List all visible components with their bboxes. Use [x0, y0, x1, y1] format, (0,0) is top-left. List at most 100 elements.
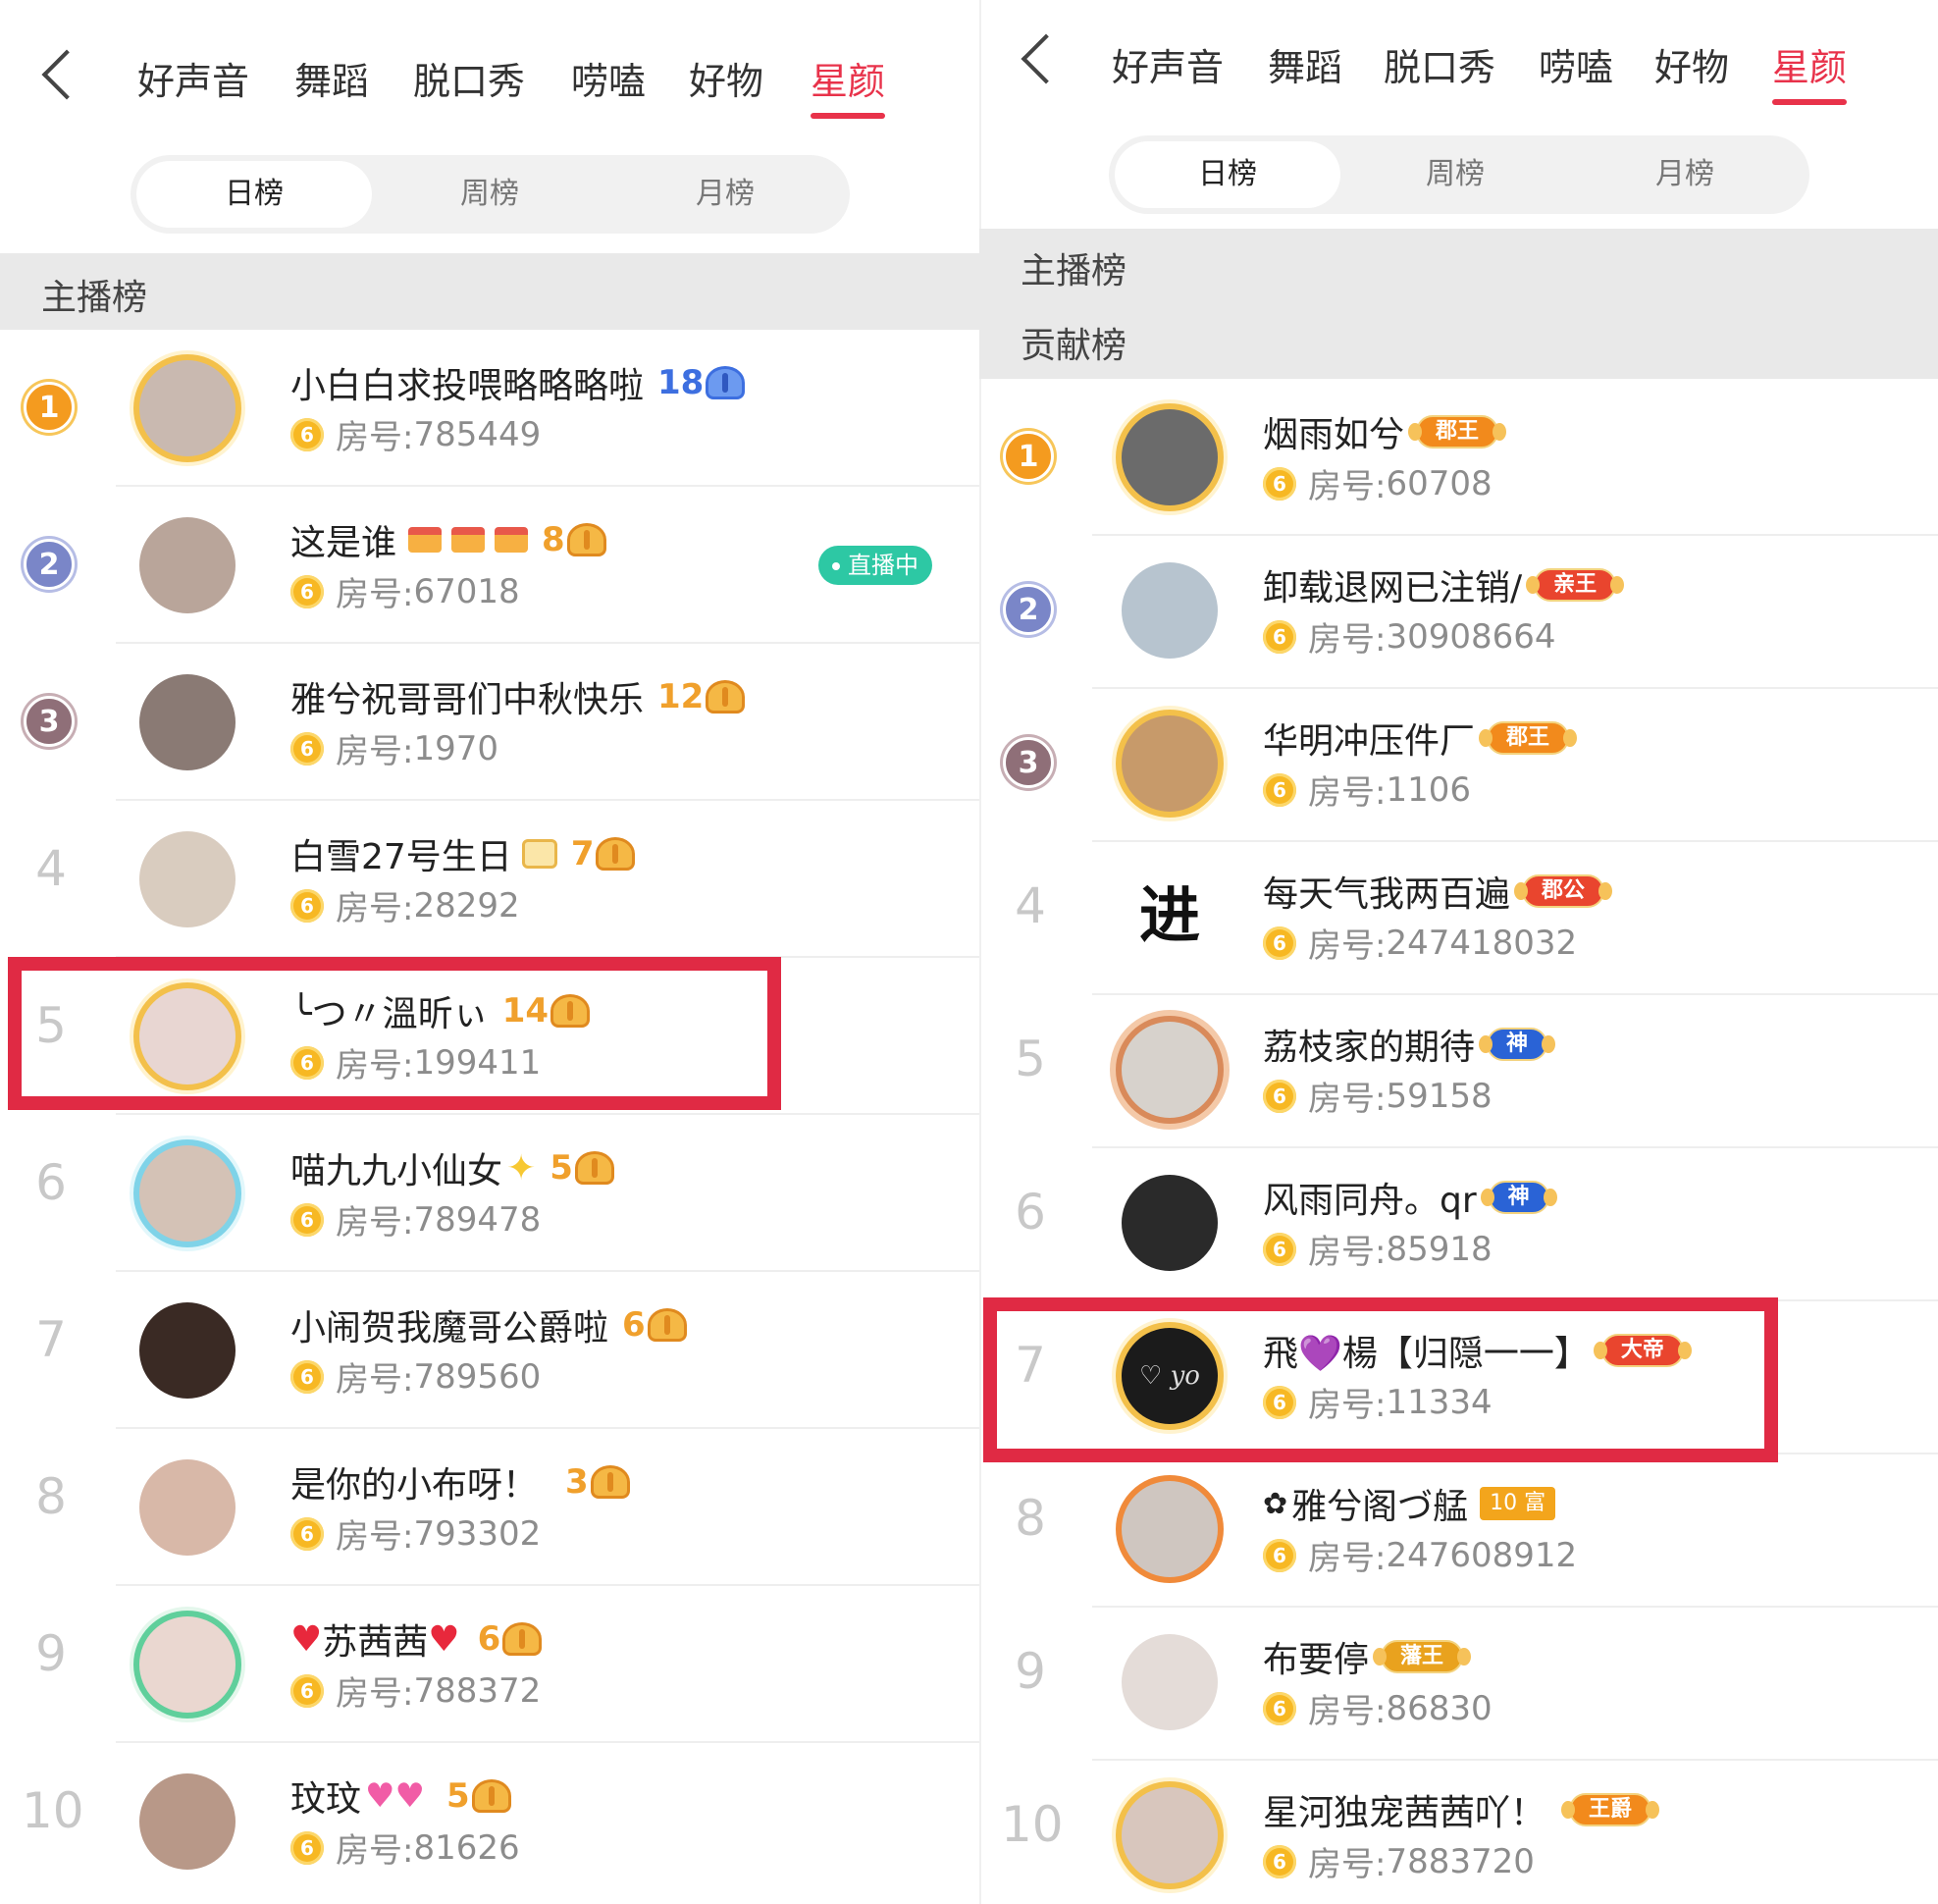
avatar[interactable]: [139, 674, 236, 770]
ranking-row[interactable]: 7 ♡ yo 飛💜楊【归隠一一】 大帝 6 房号: 11334: [979, 1297, 1938, 1454]
avatar[interactable]: [139, 1302, 236, 1399]
segment-daily[interactable]: 日榜: [136, 155, 372, 234]
ranking-row[interactable]: 2 卸载退网已注销/ 亲王 6 房号: 30908664: [979, 532, 1938, 689]
avatar[interactable]: [1122, 409, 1218, 505]
rank-number: 9: [35, 1625, 67, 1682]
segment-daily[interactable]: 日榜: [1115, 135, 1340, 214]
avatar[interactable]: [1122, 715, 1218, 812]
ranking-row[interactable]: 6 喵九九小仙女 ✦ 5 6 房号: 789478: [0, 1115, 979, 1272]
room-number: 7883720: [1386, 1841, 1535, 1881]
tab-category-3[interactable]: 脱口秀: [413, 51, 525, 105]
rank-medal-silver: 2: [1003, 584, 1054, 635]
tab-category-4[interactable]: 唠嗑: [571, 51, 646, 105]
room-line: 6 房号: 199411: [290, 1038, 541, 1086]
ranking-row[interactable]: 8 是你的小布呀！ 3 6 房号: 793302: [0, 1429, 979, 1586]
user-name: 荔枝家的期待: [1263, 1028, 1476, 1068]
ranking-row[interactable]: 2 这是谁 8 6 房号: 67018 直播中: [0, 487, 979, 644]
avatar[interactable]: [139, 988, 236, 1084]
ranking-row[interactable]: 5 ╰つ〃溫昕ぃ 14 6 房号: 199411: [0, 958, 979, 1115]
rank-number: 5: [35, 997, 67, 1054]
streamer-name: 是你的小布呀！: [290, 1465, 539, 1506]
live-status-badge[interactable]: 直播中: [818, 546, 932, 585]
section-header: 主播榜: [0, 253, 979, 330]
tab-category-1[interactable]: 好声音: [1112, 37, 1224, 91]
tab-category-active[interactable]: 星颜: [811, 51, 886, 119]
room-line: 6 房号: 28292: [290, 881, 520, 929]
room-prefix: 房号:: [336, 889, 414, 928]
ranking-row[interactable]: 3 华明冲压件厂 郡王 6 房号: 1106: [979, 685, 1938, 842]
room-line: 6 房号: 789560: [290, 1352, 541, 1401]
avatar[interactable]: [139, 831, 236, 927]
streamer-name: 苏茜茜: [322, 1622, 429, 1663]
avatar[interactable]: [1122, 1634, 1218, 1730]
user-name: 华明冲压件厂: [1263, 721, 1476, 762]
ranking-row[interactable]: 3 雅兮祝哥哥们中秋快乐 12 6 房号: 1970: [0, 644, 979, 801]
avatar[interactable]: [139, 517, 236, 613]
avatar[interactable]: [139, 1145, 236, 1242]
crown-icon: [550, 994, 591, 1028]
avatar[interactable]: [1122, 1022, 1218, 1118]
row-name-line: 白雪27号生日 7: [290, 828, 636, 879]
segment-monthly[interactable]: 月榜: [1570, 135, 1800, 214]
rank-number: 5: [1015, 1031, 1046, 1087]
avatar[interactable]: [139, 1616, 236, 1713]
avatar[interactable]: [1122, 1481, 1218, 1577]
segment-weekly[interactable]: 周榜: [372, 155, 607, 234]
row-name-line: 每天气我两百遍 郡公: [1263, 866, 1613, 917]
room-line: 6 房号: 7883720: [1263, 1837, 1535, 1885]
avatar[interactable]: [1122, 1787, 1218, 1883]
segment-monthly[interactable]: 月榜: [607, 155, 843, 234]
tab-category-active[interactable]: 星颜: [1772, 37, 1848, 105]
section-label-anchor[interactable]: 主播榜: [1021, 242, 1126, 293]
section-label-anchor[interactable]: 主播榜: [41, 269, 147, 320]
ranking-row[interactable]: 5 荔枝家的期待 神 6 房号: 59158: [979, 991, 1938, 1148]
chevron-left-icon[interactable]: [41, 49, 92, 100]
row-name-line: 是你的小布呀！ 3: [290, 1456, 630, 1507]
avatar[interactable]: [139, 1773, 236, 1870]
avatar[interactable]: ♡ yo: [1122, 1328, 1218, 1424]
coin-icon: 6: [290, 888, 324, 923]
room-line: 6 房号: 247608912: [1263, 1531, 1577, 1579]
tab-category-2[interactable]: 舞蹈: [294, 51, 369, 105]
room-prefix: 房号:: [1308, 467, 1387, 506]
room-line: 6 房号: 85918: [1263, 1225, 1493, 1273]
tab-category-4[interactable]: 唠嗑: [1539, 37, 1613, 91]
rank-medal-gold: 1: [1003, 431, 1054, 482]
rank-medal-silver: 2: [24, 539, 75, 590]
avatar[interactable]: [139, 360, 236, 456]
ranking-row[interactable]: 10 星河独宠茜茜吖！ 王爵 6 房号: 7883720: [979, 1757, 1938, 1904]
ranking-row[interactable]: 6 风雨同舟。qr 神 6 房号: 85918: [979, 1144, 1938, 1301]
ranking-row[interactable]: 1 小白白求投喂略略略啦 18 6 房号: 785449: [0, 330, 979, 487]
ranking-row[interactable]: 8 ✿ 雅兮阁づ艋 10 富 6 房号: 247608912: [979, 1451, 1938, 1608]
avatar[interactable]: 进: [1122, 869, 1218, 965]
ranking-row[interactable]: 4 进 每天气我两百遍 郡公 6 房号: 247418032: [979, 838, 1938, 995]
room-prefix: 房号:: [1308, 620, 1387, 660]
ranking-row[interactable]: 1 烟雨如兮 郡王 6 房号: 60708: [979, 379, 1938, 536]
ranking-row[interactable]: 10 玟玟 ♥♥ 5 6 房号: 81626: [0, 1743, 979, 1900]
room-line: 6 房号: 60708: [1263, 459, 1493, 507]
birthday-cake-icon: [521, 839, 557, 869]
avatar[interactable]: [1122, 1175, 1218, 1271]
avatar[interactable]: [1122, 562, 1218, 659]
coin-icon: 6: [290, 574, 324, 608]
chevron-left-icon[interactable]: [1021, 33, 1072, 84]
tab-category-5[interactable]: 好物: [689, 51, 763, 105]
section-label-contribution[interactable]: 贡献榜: [1021, 317, 1126, 368]
tab-category-2[interactable]: 舞蹈: [1268, 37, 1342, 91]
segment-weekly[interactable]: 周榜: [1340, 135, 1570, 214]
avatar[interactable]: [139, 1459, 236, 1556]
ranking-row[interactable]: 7 小闹贺我魔哥公爵啦 6 6 房号: 789560: [0, 1272, 979, 1429]
ranking-row[interactable]: 4 白雪27号生日 7 6 房号: 28292: [0, 801, 979, 958]
room-line: 6 房号: 785449: [290, 410, 541, 458]
streamer-name: 喵九九小仙女: [290, 1151, 503, 1191]
tab-category-1[interactable]: 好声音: [137, 51, 249, 105]
tab-category-5[interactable]: 好物: [1654, 37, 1729, 91]
room-number: 785449: [413, 414, 542, 454]
ranking-row[interactable]: 9 ♥ 苏茜茜 ♥ 6 6 房号: 788372: [0, 1586, 979, 1743]
coin-icon: 6: [1263, 1232, 1296, 1266]
streamer-name: 玟玟: [290, 1779, 362, 1820]
room-prefix: 房号:: [1308, 1233, 1387, 1272]
room-prefix: 房号:: [1308, 773, 1387, 813]
ranking-row[interactable]: 9 布要停 藩王 6 房号: 86830: [979, 1604, 1938, 1761]
tab-category-3[interactable]: 脱口秀: [1384, 37, 1495, 91]
